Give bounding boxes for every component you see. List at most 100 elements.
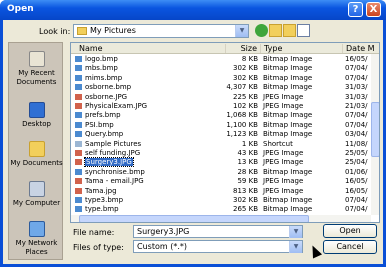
file-type: Bitmap Image: [263, 83, 313, 92]
file-size: 1 KB: [241, 139, 258, 148]
file-type: Bitmap Image: [263, 130, 313, 139]
jpg-file-icon: [75, 187, 82, 194]
my-documents-icon: [28, 141, 45, 157]
close-button[interactable]: X: [366, 2, 381, 17]
file-date: 16/05/: [345, 177, 368, 186]
help-button[interactable]: ?: [348, 2, 363, 17]
file-date: 03/04/: [345, 130, 368, 139]
up-folder-icon[interactable]: [269, 24, 282, 37]
file-name: prefs.bmp: [85, 111, 121, 120]
file-row[interactable]: mbs.bmp 302 KB Bitmap Image 07/04/: [71, 64, 371, 72]
place-desktop[interactable]: Desktop: [9, 102, 64, 129]
file-size: 13 KB: [237, 158, 258, 167]
bmp-file-icon: [75, 121, 82, 128]
file-name: PhysicalExam.JPG: [85, 102, 148, 110]
back-icon[interactable]: [255, 24, 268, 37]
file-size: 1,100 KB: [226, 120, 258, 129]
look-in-dropdown[interactable]: My Pictures ▼: [73, 24, 249, 38]
file-row[interactable]: type3.bmp 302 KB Bitmap Image 07/04/: [71, 196, 371, 204]
file-row[interactable]: type.bmp 265 KB Bitmap Image 07/04/: [71, 205, 371, 213]
desktop-icon: [28, 102, 45, 118]
file-type: Bitmap Image: [263, 111, 313, 120]
chevron-down-icon[interactable]: ▼: [289, 226, 302, 238]
jpg-file-icon: [75, 178, 82, 185]
scroll-thumb[interactable]: [79, 215, 309, 222]
file-size: 265 KB: [233, 205, 258, 214]
open-dialog: Open ? X Look in: My Pictures ▼ My Recen…: [0, 0, 386, 267]
file-type: Bitmap Image: [263, 120, 313, 129]
chevron-down-icon[interactable]: ▼: [289, 241, 302, 253]
file-row[interactable]: mims.bmp 302 KB Bitmap Image 07/04/: [71, 74, 371, 82]
place-my-documents[interactable]: My Documents: [9, 141, 64, 168]
dialog-body: Look in: My Pictures ▼ My Recent Documen…: [3, 20, 383, 264]
file-row[interactable]: Tama - email.JPG 59 KB JPEG Image 16/05/: [71, 177, 371, 185]
file-row[interactable]: Sample Pictures 1 KB Shortcut 11/08/: [71, 140, 371, 148]
chevron-down-icon[interactable]: ▼: [235, 25, 248, 37]
files-of-type-dropdown[interactable]: Custom (*.*) ▼: [133, 240, 303, 253]
file-size: 302 KB: [233, 196, 258, 204]
file-name-input[interactable]: Surgery3.JPG ▼: [133, 225, 303, 238]
file-row[interactable]: Query.bmp 1,123 KB Bitmap Image 03/04/: [71, 130, 371, 138]
file-name: Sample Pictures: [85, 139, 142, 148]
file-size: 8 KB: [241, 55, 258, 63]
file-row[interactable]: prefs.bmp 1,068 KB Bitmap Image 07/04/: [71, 111, 371, 119]
new-folder-icon[interactable]: [283, 24, 296, 37]
files-of-type-label: Files of type:: [73, 243, 124, 252]
file-size: 302 KB: [233, 64, 258, 73]
file-name: mbs.bmp: [85, 64, 118, 73]
vertical-scrollbar[interactable]: [371, 54, 379, 215]
places-bar: My Recent Documents Desktop My Documents…: [8, 42, 63, 260]
file-name: type.bmp: [85, 205, 119, 214]
file-name: type3.bmp: [85, 196, 124, 204]
place-label: My Documents: [10, 159, 63, 167]
place-recent-documents[interactable]: My Recent Documents: [9, 51, 64, 87]
place-label: My Network Places: [15, 239, 58, 256]
file-row[interactable]: synchronise.bmp 28 KB Bitmap Image 01/06/: [71, 168, 371, 176]
file-size: 225 KB: [233, 92, 258, 101]
file-row[interactable]: PhysicalExam.JPG 102 KB JPEG Image 21/03/: [71, 102, 371, 110]
jpg-file-icon: [75, 159, 82, 166]
file-row[interactable]: osborne.JPG 225 KB JPEG Image 31/03/: [71, 93, 371, 101]
bmp-file-icon: [75, 56, 82, 62]
file-date: 07/04/: [345, 120, 368, 129]
file-size: 302 KB: [233, 73, 258, 82]
file-type: JPEG Image: [263, 158, 304, 167]
scroll-thumb[interactable]: [371, 102, 379, 157]
file-date: 01/06/: [345, 167, 368, 176]
file-list[interactable]: Name Size Type Date M logo.bmp 8 KB Bitmap…: [70, 42, 380, 223]
column-name[interactable]: Name: [71, 44, 226, 53]
column-type[interactable]: Type: [261, 44, 343, 53]
file-name: mims.bmp: [85, 73, 123, 82]
file-row[interactable]: self funding.JPG 43 KB JPEG Image 25/05/: [71, 149, 371, 157]
column-size[interactable]: Size: [226, 44, 261, 53]
file-row[interactable]: Tama.jpg 813 KB JPEG Image 16/05/: [71, 187, 371, 195]
file-name: PSI.bmp: [85, 120, 114, 129]
file-date: 07/04/: [345, 64, 368, 73]
column-date[interactable]: Date M: [343, 44, 379, 53]
file-date: 07/04/: [345, 73, 368, 82]
file-date: 07/04/: [345, 196, 368, 204]
network-places-icon: [28, 221, 45, 237]
look-in-value: My Pictures: [90, 26, 136, 35]
horizontal-scrollbar[interactable]: [71, 215, 371, 222]
file-type: JPEG Image: [263, 186, 304, 195]
file-name-value: Surgery3.JPG: [137, 227, 190, 236]
open-button[interactable]: Open: [323, 224, 377, 238]
title-bar[interactable]: Open ? X: [0, 0, 386, 20]
file-row[interactable]: Surgery3.JPG 13 KB JPEG Image 25/04/: [71, 157, 371, 168]
place-my-computer[interactable]: My Computer: [9, 181, 64, 208]
look-in-label: Look in:: [39, 27, 71, 36]
file-row[interactable]: osborne.bmp 4,307 KB Bitmap Image 31/03/: [71, 83, 371, 91]
file-type: Bitmap Image: [263, 64, 313, 73]
file-row[interactable]: logo.bmp 8 KB Bitmap Image 16/05/: [71, 55, 371, 63]
file-row[interactable]: PSI.bmp 1,100 KB Bitmap Image 07/04/: [71, 121, 371, 129]
file-type: Bitmap Image: [263, 55, 313, 63]
file-name: synchronise.bmp: [85, 167, 145, 176]
lnk-file-icon: [75, 140, 82, 147]
file-name: self funding.JPG: [85, 149, 141, 157]
place-network[interactable]: My Network Places: [9, 221, 64, 257]
mouse-cursor-icon: [307, 243, 323, 259]
cancel-button[interactable]: Cancel: [323, 240, 377, 254]
file-size: 4,307 KB: [226, 83, 258, 92]
view-menu-icon[interactable]: [297, 24, 310, 37]
